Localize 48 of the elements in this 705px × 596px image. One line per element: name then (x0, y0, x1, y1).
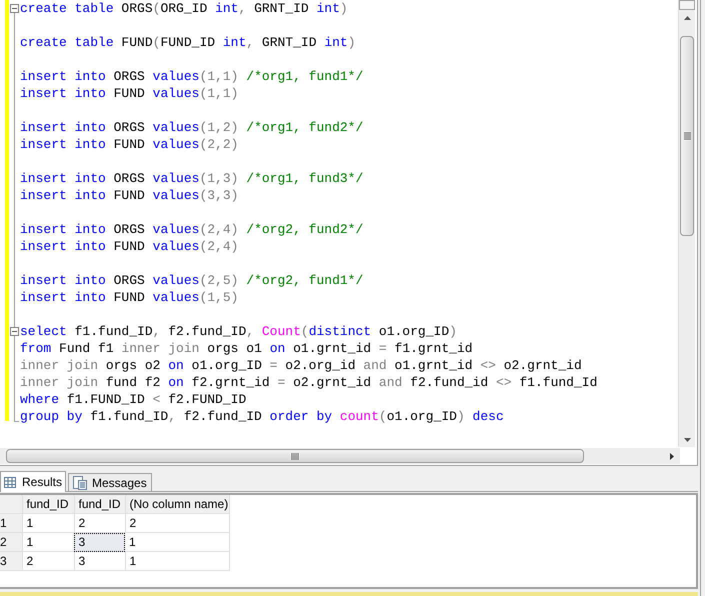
table-cell[interactable]: 1 (22, 514, 74, 532)
table-cell[interactable]: 2 (125, 514, 229, 532)
horizontal-scrollbar[interactable] (0, 448, 680, 464)
code-line: create table FUND(FUND_ID int, GRNT_ID int) (20, 34, 356, 51)
table-cell[interactable]: 1 (125, 532, 229, 552)
table-cell[interactable]: 1 (125, 552, 229, 570)
code-line: insert into FUND values(2,4) (20, 238, 238, 255)
code-line: select f1.fund_ID, f2.fund_ID, Count(distinct o1.org_ID) (20, 323, 457, 340)
column-header[interactable]: fund_ID (74, 495, 125, 514)
row-number[interactable]: 1 (0, 514, 22, 532)
code-line: insert into ORGS values(1,3) /*org1, fund3*/ (20, 170, 364, 187)
code-line: inner join orgs o2 on o1.org_ID = o2.org_id and o1.grnt_id <> o2.grnt_id (20, 357, 582, 374)
document-icon (73, 476, 88, 490)
collapse-icon[interactable] (10, 4, 19, 13)
scroll-down-icon[interactable] (684, 438, 691, 442)
code-line: insert into FUND values(1,5) (20, 289, 238, 306)
grip-icon (291, 452, 299, 460)
row-number[interactable]: 3 (0, 552, 22, 570)
column-header[interactable]: fund_ID (22, 495, 74, 514)
code-line: create table ORGS(ORG_ID int, GRNT_ID int) (20, 0, 348, 17)
corner-header (0, 495, 22, 514)
code-line: from Fund f1 inner join orgs o1 on o1.grnt_id = f1.grnt_id (20, 340, 473, 357)
code-line: where f1.FUND_ID < f2.FUND_ID (20, 391, 246, 408)
tab[interactable]: Results (0, 471, 66, 492)
vertical-scrollbar[interactable] (678, 0, 695, 447)
code-line: insert into FUND values(3,3) (20, 187, 238, 204)
grip-icon (684, 132, 690, 140)
scroll-right-icon[interactable] (670, 453, 674, 460)
table-cell[interactable]: 3 (74, 532, 125, 552)
code-line: inner join fund f2 on f2.grnt_id = o2.grnt_id and f2.fund_id <> f1.fund_Id (20, 374, 598, 391)
code-line: insert into ORGS values(2,5) /*org2, fund1*/ (20, 272, 364, 289)
table-cell[interactable]: 2 (22, 552, 74, 570)
splitter-handle[interactable] (679, 0, 695, 10)
column-header[interactable]: (No column name) (125, 495, 229, 514)
code-line: insert into FUND values(2,2) (20, 136, 238, 153)
grid-icon (4, 476, 16, 488)
code-line: insert into ORGS values(1,2) /*org1, fund2*/ (20, 119, 364, 136)
table-cell[interactable]: 3 (74, 552, 125, 570)
code-line: insert into ORGS values(2,4) /*org2, fund2*/ (20, 221, 364, 238)
scrollbar-thumb[interactable] (680, 36, 694, 236)
code-line: insert into ORGS values(1,1) /*org1, fund1*/ (20, 68, 364, 85)
scroll-up-icon[interactable] (684, 16, 691, 20)
scrollbar-thumb[interactable] (6, 449, 584, 463)
tab[interactable]: Messages (68, 473, 152, 491)
code-line: group by f1.fund_ID, f2.fund_ID order by count(o1.org_ID) desc (20, 408, 504, 425)
code-line: insert into FUND values(1,1) (20, 85, 238, 102)
row-number[interactable]: 2 (0, 532, 22, 552)
collapse-icon[interactable] (10, 327, 19, 336)
